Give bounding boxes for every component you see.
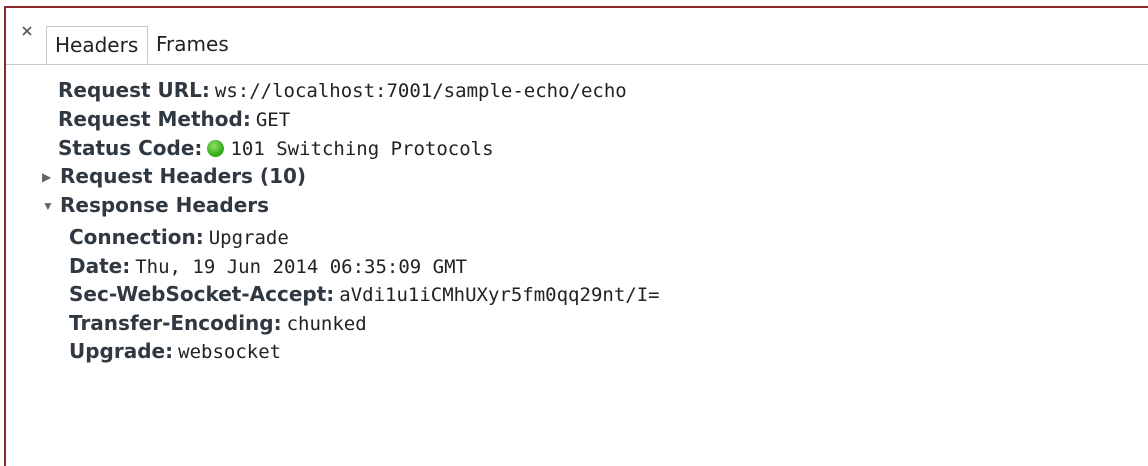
header-value: websocket: [178, 341, 282, 363]
request-method-row: Request Method: GET: [58, 105, 290, 133]
response-headers-title: Response Headers: [60, 193, 270, 217]
request-headers-section[interactable]: ▶ Request Headers (10): [42, 162, 306, 190]
response-header-row: Transfer-Encoding: chunked: [69, 309, 367, 337]
header-value: Upgrade: [208, 227, 289, 249]
tab-frames[interactable]: Frames: [156, 26, 229, 63]
triangle-down-icon[interactable]: ▼: [42, 192, 56, 220]
request-url-value: ws://localhost:7001/sample-echo/echo: [214, 80, 627, 102]
tab-bar: Headers Frames: [6, 8, 1148, 65]
status-code-row: Status Code: 101 Switching Protocols: [58, 134, 494, 162]
response-header-row: Connection: Upgrade: [69, 223, 289, 251]
response-header-row: Upgrade: websocket: [69, 337, 281, 365]
status-code-value: 101 Switching Protocols: [230, 138, 494, 160]
close-icon[interactable]: [20, 24, 36, 40]
request-headers-title: Request Headers (10): [60, 164, 307, 188]
header-value: aVdi1u1iCMhUXyr5fm0qq29nt/I=: [339, 284, 660, 306]
response-header-row: Sec-WebSocket-Accept: aVdi1u1iCMhUXyr5fm…: [69, 280, 660, 308]
header-key: Upgrade:: [69, 339, 174, 363]
request-method-label: Request Method:: [58, 107, 251, 131]
request-url-row: Request URL: ws://localhost:7001/sample-…: [58, 76, 627, 104]
header-value: chunked: [286, 313, 367, 335]
header-key: Connection:: [69, 225, 204, 249]
response-header-row: Date: Thu, 19 Jun 2014 06:35:09 GMT: [69, 252, 467, 280]
request-url-label: Request URL:: [58, 78, 210, 102]
header-key: Sec-WebSocket-Accept:: [69, 282, 335, 306]
triangle-right-icon[interactable]: ▶: [42, 163, 56, 191]
response-headers-section[interactable]: ▼ Response Headers: [42, 191, 269, 219]
header-key: Date:: [69, 254, 131, 278]
tab-headers[interactable]: Headers: [46, 26, 148, 64]
status-code-label: Status Code:: [58, 136, 203, 160]
request-method-value: GET: [255, 109, 291, 131]
header-key: Transfer-Encoding:: [69, 311, 282, 335]
devtools-network-pane: Headers Frames Request URL: ws://localho…: [4, 6, 1148, 466]
header-value: Thu, 19 Jun 2014 06:35:09 GMT: [135, 256, 467, 278]
status-green-dot-icon: [207, 140, 225, 157]
